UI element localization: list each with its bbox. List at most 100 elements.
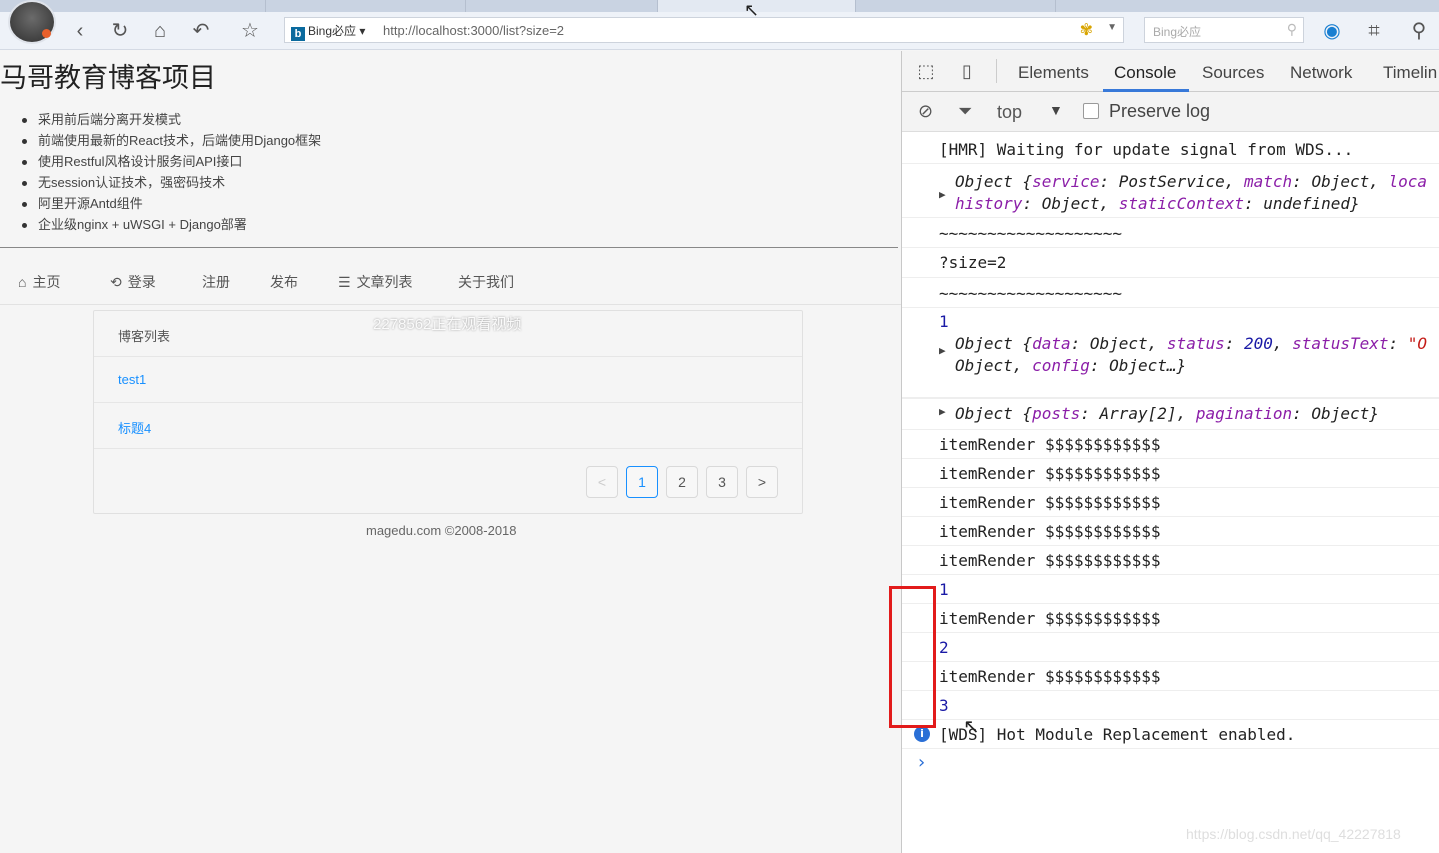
menu-item-register[interactable]: 注册	[202, 272, 230, 292]
device-toolbar-icon[interactable]: ▯	[955, 61, 979, 83]
tab-elements[interactable]: Elements	[1018, 63, 1089, 83]
list-item: 企业级nginx + uWSGI + Django部署	[20, 214, 321, 235]
devtools-panel: ⬚ ▯ Elements Console Sources Network Tim…	[901, 51, 1439, 853]
web-page: 马哥教育博客项目 采用前后端分离开发模式 前端使用最新的React技术，后端使用…	[0, 51, 901, 853]
chevron-down-icon[interactable]: ▼	[1107, 22, 1117, 33]
filter-icon[interactable]: ⏷	[958, 101, 972, 122]
login-icon: ⟲	[110, 274, 122, 290]
browser-tab[interactable]	[466, 0, 658, 12]
sync-icon[interactable]: ◉	[1319, 18, 1345, 44]
bing-logo-icon: b	[291, 27, 305, 41]
pagination-page-3[interactable]: 3	[706, 466, 738, 498]
search-placeholder: Bing必应	[1153, 25, 1202, 39]
expand-triangle-icon[interactable]: ▶	[939, 405, 946, 418]
feature-list: 采用前后端分离开发模式 前端使用最新的React技术，后端使用Django框架 …	[20, 109, 321, 235]
prompt-chevron-icon: ›	[916, 752, 927, 773]
menu-item-home[interactable]: ⌂ 主页	[18, 272, 60, 292]
list-item: 前端使用最新的React技术，后端使用Django框架	[20, 130, 321, 151]
browser-tab[interactable]	[66, 0, 266, 12]
console-message-object[interactable]: 1 ▶ Object {data: Object, status: 200, s…	[902, 308, 1439, 398]
pagination-prev[interactable]: <	[586, 466, 618, 498]
clear-console-icon[interactable]: ⊘	[918, 101, 933, 122]
blog-list-card: 博客列表 test1 标题4 < 1 2 3 >	[93, 310, 803, 514]
expand-triangle-icon[interactable]: ▶	[939, 188, 946, 201]
console-message: itemRender $$$$$$$$$$$$	[902, 488, 1439, 517]
console-message-info: i [WDS] Hot Module Replacement enabled.	[902, 720, 1439, 749]
mouse-cursor-icon: ↖	[744, 0, 760, 20]
extension-icon[interactable]: ✾	[1080, 20, 1093, 40]
console-message: itemRender $$$$$$$$$$$$	[902, 430, 1439, 459]
home-icon: ⌂	[18, 274, 27, 290]
expand-triangle-icon[interactable]: ▶	[939, 344, 946, 357]
chevron-down-icon[interactable]: ▼	[1049, 102, 1063, 118]
nav-menu: ⌂ 主页 ⟲ 登录 注册 发布 ☰ 文章列表 关于我们	[0, 259, 901, 305]
tab-timeline[interactable]: Timelin	[1383, 63, 1437, 83]
star-icon[interactable]: ☆	[237, 18, 263, 44]
user-menu-icon[interactable]: ⚲	[1406, 18, 1432, 44]
list-item[interactable]: 标题4	[94, 403, 802, 449]
console-message: 2	[902, 633, 1439, 662]
list-item: 无session认证技术，强密码技术	[20, 172, 321, 193]
console-prompt[interactable]: ›	[902, 749, 1439, 779]
menu-item-about[interactable]: 关于我们	[458, 272, 514, 292]
mouse-cursor-icon: ↖	[963, 716, 980, 738]
user-avatar[interactable]	[8, 0, 56, 44]
console-message: ~~~~~~~~~~~~~~~~~~~	[902, 278, 1439, 308]
console-message-object[interactable]: ▶ Object {service: PostService, match: O…	[902, 164, 1439, 218]
page-title: 马哥教育博客项目	[0, 63, 216, 93]
browser-tab[interactable]	[856, 0, 1056, 12]
pagination-page-2[interactable]: 2	[666, 466, 698, 498]
console-message: itemRender $$$$$$$$$$$$	[902, 517, 1439, 546]
info-icon: i	[914, 726, 930, 742]
console-message: 3	[902, 691, 1439, 720]
console-message: itemRender $$$$$$$$$$$$	[902, 604, 1439, 633]
console-filter-bar: ⊘ ⏷ top ▼ Preserve log	[902, 92, 1439, 132]
screen: ‹ ↻ ⌂ ↶ ☆ b Bing必应 ▾ http://localhost:300…	[0, 0, 1439, 853]
refresh-icon[interactable]: ↻	[107, 18, 133, 44]
tab-console[interactable]: Console	[1114, 63, 1176, 83]
context-selector[interactable]: top	[997, 102, 1022, 123]
console-message: itemRender $$$$$$$$$$$$	[902, 546, 1439, 575]
url-text[interactable]: http://localhost:3000/list?size=2	[383, 23, 564, 38]
console-message: [HMR] Waiting for update signal from WDS…	[902, 132, 1439, 164]
devtools-tabbar: ⬚ ▯ Elements Console Sources Network Tim…	[902, 51, 1439, 92]
divider	[0, 247, 898, 248]
search-icon[interactable]: ⚲	[1287, 21, 1297, 38]
pagination-next[interactable]: >	[746, 466, 778, 498]
list-icon: ☰	[338, 274, 351, 290]
search-engine-selector[interactable]: b Bing必应 ▾	[291, 22, 365, 41]
tab-sources[interactable]: Sources	[1202, 63, 1264, 83]
browser-toolbar: ‹ ↻ ⌂ ↶ ☆ b Bing必应 ▾ http://localhost:300…	[0, 0, 1439, 50]
csdn-watermark: https://blog.csdn.net/qq_42227818	[1186, 826, 1401, 842]
console-message-object[interactable]: ▶ Object {posts: Array[2], pagination: O…	[902, 398, 1439, 430]
browser-tab-strip	[0, 0, 1439, 12]
inspect-element-icon[interactable]: ⬚	[914, 61, 938, 83]
list-item[interactable]: test1	[94, 357, 802, 403]
undo-icon[interactable]: ↶	[188, 18, 214, 44]
search-input[interactable]: Bing必应 ⚲	[1144, 17, 1304, 43]
preserve-log-checkbox[interactable]	[1083, 103, 1099, 119]
pagination-page-1[interactable]: 1	[626, 466, 658, 498]
browser-tab[interactable]	[266, 0, 466, 12]
red-highlight-box	[889, 586, 936, 728]
preserve-log-label: Preserve log	[1109, 101, 1211, 121]
address-bar[interactable]: b Bing必应 ▾ http://localhost:3000/list?siz…	[284, 17, 1124, 43]
post-link[interactable]: 标题4	[118, 418, 151, 437]
screenshot-icon[interactable]: ⌗	[1361, 18, 1387, 44]
post-link[interactable]: test1	[118, 372, 146, 387]
list-item: 使用Restful风格设计服务间API接口	[20, 151, 321, 172]
console-message: itemRender $$$$$$$$$$$$	[902, 662, 1439, 691]
console-message: itemRender $$$$$$$$$$$$	[902, 459, 1439, 488]
console-message: ~~~~~~~~~~~~~~~~~~~	[902, 218, 1439, 248]
console-message: ?size=2	[902, 248, 1439, 278]
tab-network[interactable]: Network	[1290, 63, 1352, 83]
video-watermark: 2278562正在观看视频	[373, 316, 522, 333]
menu-item-articles[interactable]: ☰ 文章列表	[338, 272, 413, 292]
console-message: 1	[902, 575, 1439, 604]
back-arrow-icon[interactable]: ‹	[67, 18, 93, 44]
divider	[996, 59, 997, 83]
list-item: 采用前后端分离开发模式	[20, 109, 321, 130]
menu-item-publish[interactable]: 发布	[270, 272, 298, 292]
menu-item-login[interactable]: ⟲ 登录	[110, 272, 156, 292]
home-icon[interactable]: ⌂	[147, 18, 173, 44]
